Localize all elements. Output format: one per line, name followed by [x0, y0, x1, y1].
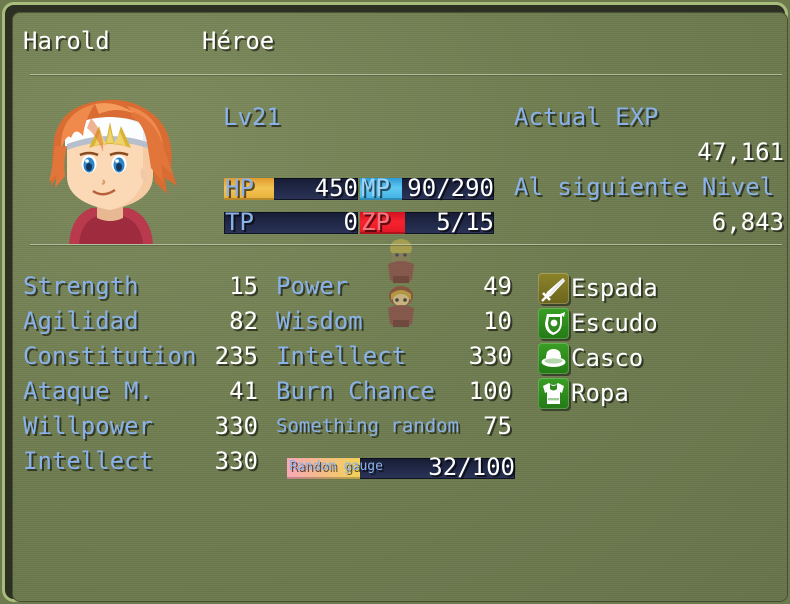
- status-window: Harold Héroe Lv21 Actual EXP 47,161 Al s…: [0, 0, 790, 604]
- divider-stats: [30, 244, 782, 246]
- level-text: Lv21: [223, 103, 281, 131]
- stat-value: 49: [483, 272, 512, 300]
- exp-current-value: 47,161: [697, 138, 784, 166]
- hp-gauge-value: 450: [314, 174, 358, 202]
- stat-value: 15: [229, 272, 258, 300]
- zp-gauge-value: 5/15: [436, 208, 494, 236]
- equipment-label: Ropa: [571, 379, 629, 407]
- window-frame-outer: Harold Héroe Lv21 Actual EXP 47,161 Al s…: [2, 2, 788, 602]
- stat-value: 10: [483, 307, 512, 335]
- actor-name: Harold: [23, 27, 110, 55]
- divider-header: [30, 74, 782, 76]
- actor-class: Héroe: [202, 27, 275, 55]
- tp-gauge-value: 0: [343, 208, 358, 236]
- mp-gauge-value: 90/290: [407, 174, 494, 202]
- equipment-label: Escudo: [571, 309, 658, 337]
- equipment-slot-weapon[interactable]: Espada: [538, 273, 738, 304]
- equipment-slot-shield[interactable]: Escudo: [538, 308, 738, 339]
- helmet-icon: [538, 343, 569, 374]
- equipment-label: Casco: [571, 344, 644, 372]
- shield-icon: [538, 308, 569, 339]
- exp-next-label: Al siguiente Nivel: [514, 173, 775, 201]
- stat-label: Wisdom: [276, 307, 363, 335]
- stat-label: Power: [276, 272, 349, 300]
- stat-value: 330: [468, 342, 512, 370]
- stat-value: 75: [483, 412, 512, 440]
- random-gauge-value: 32/100: [428, 453, 515, 481]
- equipment-slot-body[interactable]: Ropa: [538, 378, 738, 409]
- equipment-label: Espada: [571, 274, 658, 302]
- stat-value: 330: [214, 447, 258, 475]
- stat-value: 330: [214, 412, 258, 440]
- random-gauge-label: Random gauge: [289, 459, 383, 474]
- armor-icon: [538, 378, 569, 409]
- stat-value: 82: [229, 307, 258, 335]
- equipment-slot-head[interactable]: Casco: [538, 343, 738, 374]
- stat-value: 100: [468, 377, 512, 405]
- stat-value: 41: [229, 377, 258, 405]
- sword-icon: [538, 273, 569, 304]
- window-frame-inner: Harold Héroe Lv21 Actual EXP 47,161 Al s…: [12, 12, 788, 602]
- exp-current-label: Actual EXP: [514, 103, 659, 131]
- stat-value: 235: [214, 342, 258, 370]
- hero-face-portrait: [31, 90, 189, 244]
- exp-next-value: 6,843: [711, 208, 784, 236]
